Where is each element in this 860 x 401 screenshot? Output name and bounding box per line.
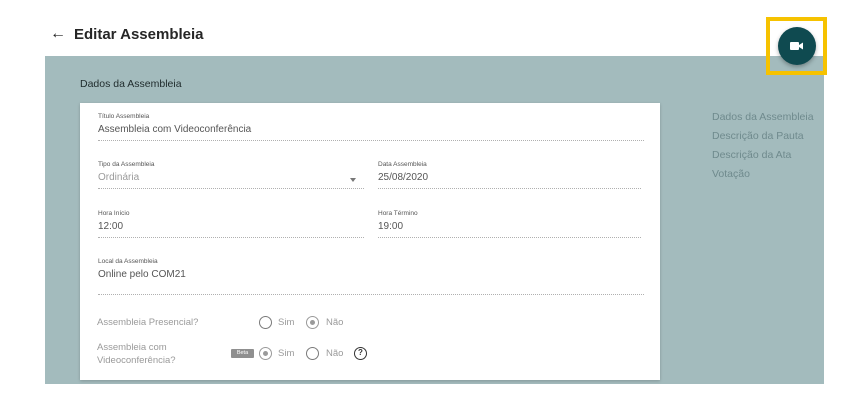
- section-title: Dados da Assembleia: [80, 78, 182, 90]
- top-bar: ← Editar Assembleia: [0, 0, 860, 56]
- hora-termino-value: 19:00: [378, 221, 404, 232]
- videoconferencia-nao-label: Não: [326, 348, 344, 359]
- presencial-nao-label: Não: [326, 317, 344, 328]
- local-label: Local da Assembleia: [98, 258, 158, 265]
- titulo-label: Título Assembleia: [98, 113, 150, 120]
- local-value: Online pelo COM21: [98, 269, 186, 280]
- side-nav-item-dados[interactable]: Dados da Assembleia: [712, 108, 814, 127]
- titulo-value: Assembleia com Videoconferência: [98, 124, 252, 135]
- panel-edge: [824, 184, 860, 384]
- chevron-down-icon: [350, 178, 356, 182]
- videoconferencia-sim-radio[interactable]: [259, 347, 272, 360]
- presencial-nao-radio[interactable]: [306, 316, 319, 329]
- hora-inicio-underline: [98, 237, 364, 238]
- hora-termino-field[interactable]: Hora Término 19:00: [378, 209, 641, 238]
- videocam-icon: [790, 42, 803, 50]
- data-field[interactable]: Data Assembleia 25/08/2020: [378, 160, 641, 189]
- local-field[interactable]: Local da Assembleia Online pelo COM21: [98, 257, 644, 295]
- hora-inicio-field[interactable]: Hora Início 12:00: [98, 209, 364, 238]
- titulo-field[interactable]: Título Assembleia Assembleia com Videoco…: [98, 112, 644, 141]
- presencial-sim-label: Sim: [278, 317, 295, 328]
- tipo-label: Tipo da Assembleia: [98, 161, 155, 168]
- video-button-highlight: [766, 17, 827, 75]
- side-nav: Dados da Assembleia Descrição da Pauta D…: [712, 108, 814, 184]
- side-nav-item-pauta[interactable]: Descrição da Pauta: [712, 127, 814, 146]
- videoconferencia-nao-radio[interactable]: [306, 347, 319, 360]
- help-icon[interactable]: ?: [354, 347, 367, 360]
- side-nav-item-ata[interactable]: Descrição da Ata: [712, 146, 814, 165]
- presencial-question: Assembleia Presencial?: [97, 317, 199, 328]
- videoconferencia-sim-label: Sim: [278, 348, 295, 359]
- data-label: Data Assembleia: [378, 161, 427, 168]
- titulo-underline: [98, 140, 644, 141]
- tipo-underline: [98, 188, 364, 189]
- back-arrow-icon[interactable]: ←: [50, 24, 66, 44]
- presencial-sim-radio[interactable]: [259, 316, 272, 329]
- data-value: 25/08/2020: [378, 172, 429, 183]
- hora-termino-underline: [378, 237, 641, 238]
- beta-badge: Beta: [231, 349, 254, 358]
- data-underline: [378, 188, 641, 189]
- form-card: [80, 103, 660, 380]
- videoconferencia-question-line1: Assembleia com: [97, 342, 167, 353]
- page-title: Editar Assembleia: [74, 26, 204, 43]
- tipo-value: Ordinária: [98, 172, 140, 183]
- side-nav-item-votacao[interactable]: Votação: [712, 165, 814, 184]
- video-call-button[interactable]: [778, 27, 816, 65]
- hora-inicio-label: Hora Início: [98, 210, 130, 217]
- hora-inicio-value: 12:00: [98, 221, 124, 232]
- tipo-select[interactable]: Tipo da Assembleia Ordinária: [98, 160, 364, 189]
- local-underline: [98, 294, 644, 295]
- hora-termino-label: Hora Término: [378, 210, 418, 217]
- videoconferencia-question-line2: Videoconferência?: [97, 355, 176, 366]
